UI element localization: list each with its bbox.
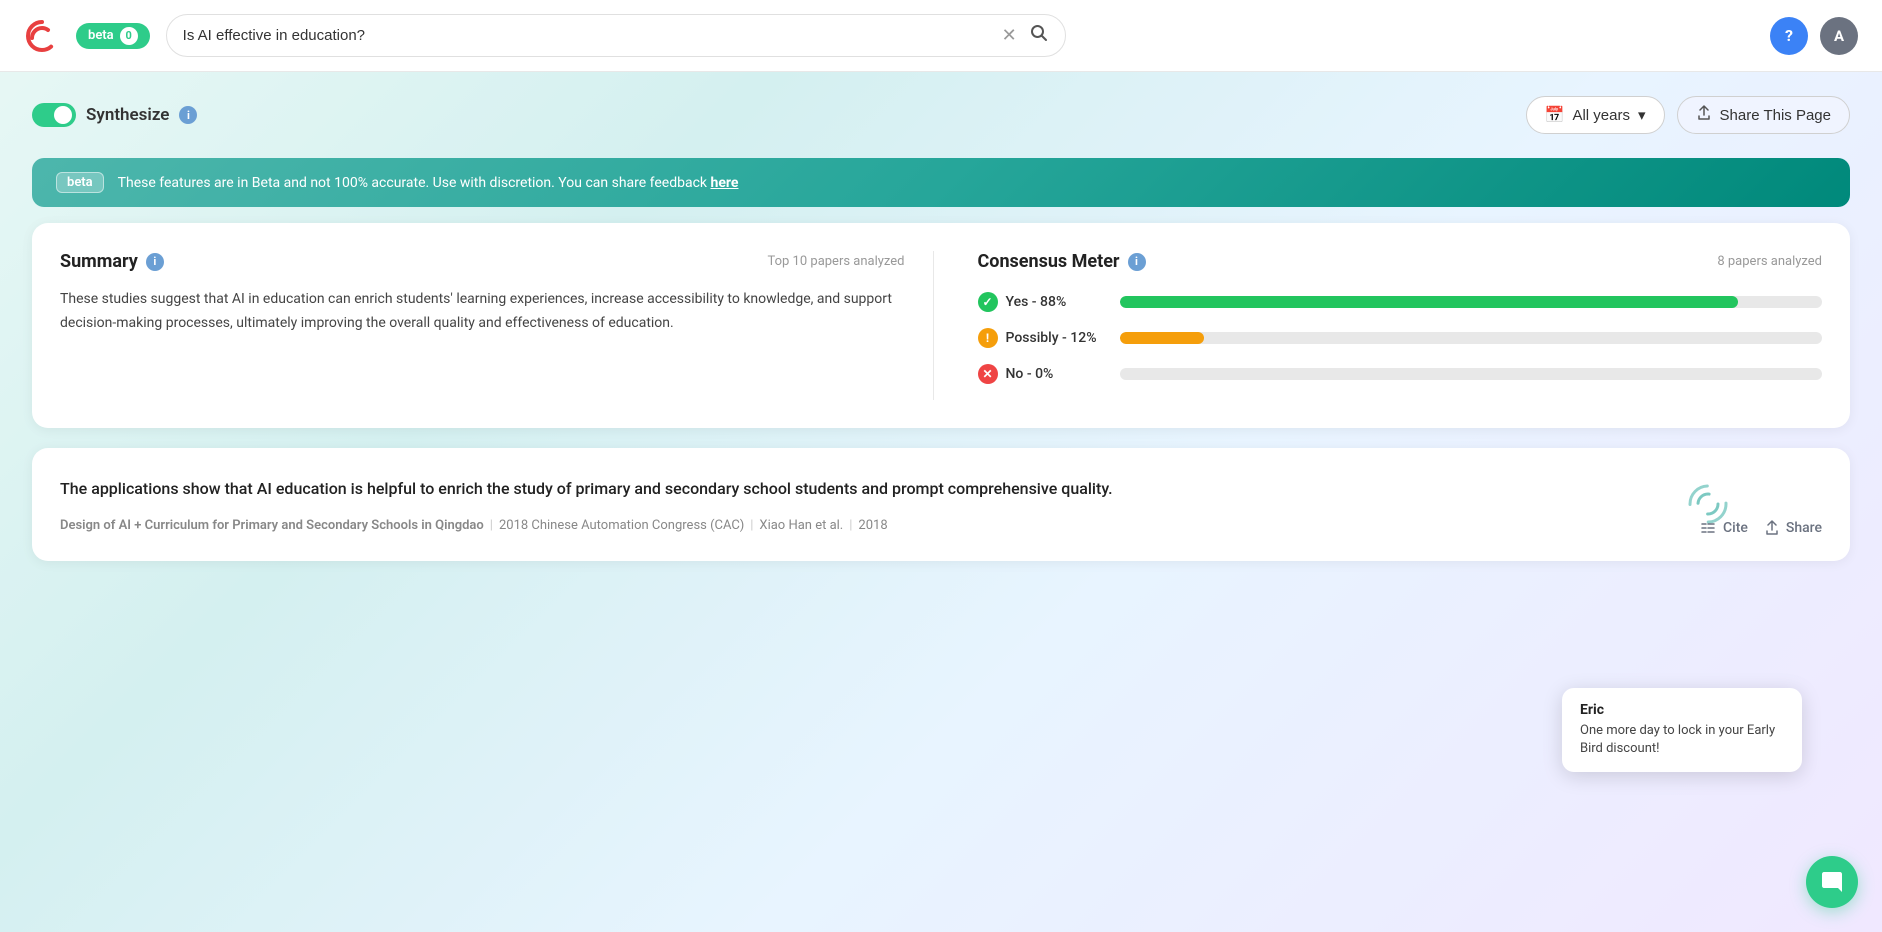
top-papers-label: Top 10 papers analyzed (767, 254, 904, 269)
beta-badge[interactable]: beta 0 (76, 23, 150, 49)
cite-button[interactable]: Cite (1699, 519, 1748, 537)
header-right: ? A (1770, 17, 1858, 55)
banner-message: These features are in Beta and not 100% … (118, 175, 739, 191)
toggle-switch[interactable] (32, 103, 76, 127)
paper-actions: Cite Share (1699, 519, 1822, 537)
calendar-icon: 📅 (1545, 105, 1565, 125)
meter-label-possibly: ! Possibly - 12% (978, 328, 1108, 348)
paper-quote: The applications show that AI education … (60, 476, 1160, 502)
yes-label: Yes - 88% (1006, 294, 1067, 310)
share-page-button[interactable]: Share This Page (1677, 96, 1850, 134)
paper-title-link[interactable]: Design of AI + Curriculum for Primary an… (60, 518, 484, 533)
logo[interactable] (24, 18, 60, 54)
search-icon[interactable] (1029, 23, 1049, 48)
summary-consensus-row: Summary i Top 10 papers analyzed These s… (32, 223, 1850, 428)
consensus-title: Consensus Meter i (978, 251, 1146, 272)
share-icon (1696, 105, 1712, 125)
paper-year: 2018 (858, 518, 887, 533)
summary-card: Summary i Top 10 papers analyzed These s… (60, 251, 934, 400)
chevron-down-icon: ▾ (1638, 106, 1646, 124)
notification-message: One more day to lock in your Early Bird … (1580, 722, 1784, 758)
consensus-header: Consensus Meter i 8 papers analyzed (978, 251, 1823, 272)
banner-feedback-link[interactable]: here (710, 175, 738, 191)
toggle-thumb (54, 106, 72, 124)
no-label: No - 0% (1006, 366, 1054, 382)
possibly-bar-container (1120, 332, 1823, 344)
all-years-label: All years (1572, 107, 1630, 124)
summary-title: Summary i (60, 251, 164, 272)
papers-analyzed-label: 8 papers analyzed (1717, 254, 1822, 269)
synthesize-toggle: Synthesize i (32, 103, 197, 127)
notification-popup: Eric One more day to lock in your Early … (1562, 688, 1802, 772)
summary-info-icon[interactable]: i (146, 253, 164, 271)
possibly-status-icon: ! (978, 328, 998, 348)
share-paper-button[interactable]: Share (1764, 520, 1822, 536)
search-input[interactable] (183, 27, 1002, 44)
share-page-label: Share This Page (1720, 107, 1831, 124)
paper-card: The applications show that AI education … (32, 448, 1850, 561)
paper-authors: Xiao Han et al. (759, 518, 843, 533)
header: beta 0 ✕ ? A (0, 0, 1882, 72)
notification-name: Eric (1580, 702, 1784, 718)
paper-meta: Design of AI + Curriculum for Primary an… (60, 518, 1822, 533)
beta-count: 0 (120, 27, 138, 45)
help-button[interactable]: ? (1770, 17, 1808, 55)
avatar-button[interactable]: A (1820, 17, 1858, 55)
yes-status-icon: ✓ (978, 292, 998, 312)
possibly-bar (1120, 332, 1204, 344)
beta-banner: beta These features are in Beta and not … (32, 158, 1850, 207)
meter-label-no: ✕ No - 0% (978, 364, 1108, 384)
meta-sep-2: | (750, 518, 753, 533)
banner-beta-tag: beta (56, 172, 104, 193)
chat-button[interactable] (1806, 856, 1858, 908)
consensus-card: Consensus Meter i 8 papers analyzed ✓ Ye… (950, 251, 1823, 400)
beta-label: beta (88, 28, 114, 43)
meta-sep-1: | (490, 518, 493, 533)
meter-row-no: ✕ No - 0% (978, 364, 1823, 384)
yes-bar-container (1120, 296, 1823, 308)
synthesize-info-icon[interactable]: i (179, 106, 197, 124)
main-content: Synthesize i 📅 All years ▾ Share This Pa… (0, 72, 1882, 605)
yes-bar (1120, 296, 1738, 308)
no-bar-container (1120, 368, 1823, 380)
search-container: ✕ (166, 14, 1066, 57)
all-years-button[interactable]: 📅 All years ▾ (1526, 96, 1665, 134)
meter-row-yes: ✓ Yes - 88% (978, 292, 1823, 312)
summary-card-header: Summary i Top 10 papers analyzed (60, 251, 905, 272)
consensus-info-icon[interactable]: i (1128, 253, 1146, 271)
meta-sep-3: | (849, 518, 852, 533)
meter-row-possibly: ! Possibly - 12% (978, 328, 1823, 348)
possibly-label: Possibly - 12% (1006, 330, 1097, 346)
summary-text: These studies suggest that AI in educati… (60, 288, 905, 336)
paper-venue: 2018 Chinese Automation Congress (CAC) (499, 518, 744, 533)
no-status-icon: ✕ (978, 364, 998, 384)
synthesize-label: Synthesize (86, 105, 169, 125)
controls-bar: Synthesize i 📅 All years ▾ Share This Pa… (32, 96, 1850, 134)
search-clear-icon[interactable]: ✕ (1002, 27, 1017, 45)
meter-label-yes: ✓ Yes - 88% (978, 292, 1108, 312)
controls-right: 📅 All years ▾ Share This Page (1526, 96, 1850, 134)
